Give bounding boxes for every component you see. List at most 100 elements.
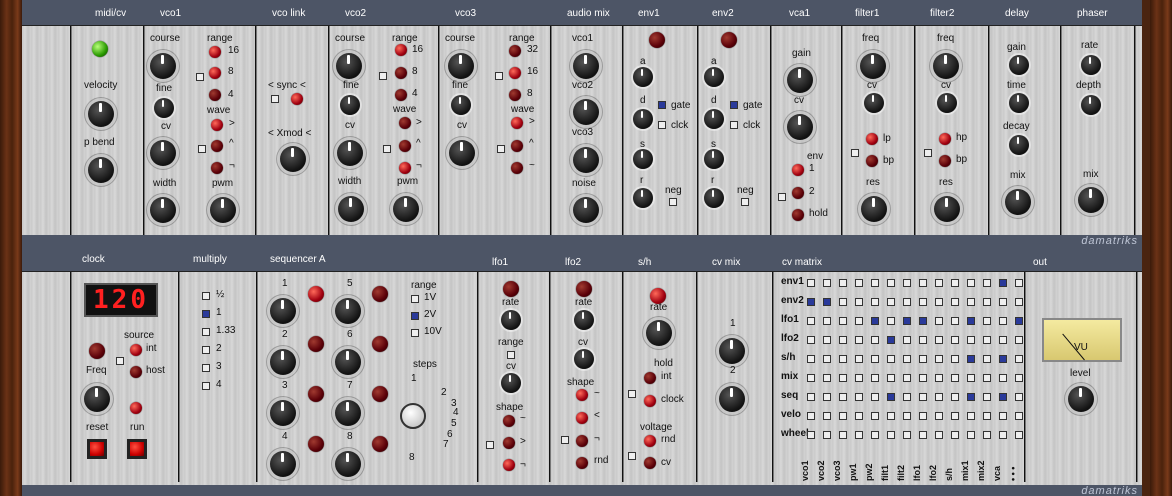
seq-step-1-knob[interactable] — [270, 298, 296, 324]
vco3-wave-tri-led[interactable] — [511, 140, 523, 152]
sync-led[interactable] — [291, 93, 303, 105]
env1-clck-checkbox[interactable] — [658, 121, 666, 129]
seq-step-6-knob[interactable] — [335, 349, 361, 375]
vca-env1-led[interactable] — [792, 164, 804, 176]
steps-selector-knob[interactable] — [400, 403, 426, 429]
multiply-2-checkbox[interactable] — [202, 328, 210, 336]
vco1-range-16-led[interactable] — [209, 46, 221, 58]
vco2-range-4-led[interactable] — [395, 89, 407, 101]
matrix-cell-lfo2-filt1[interactable] — [887, 336, 895, 344]
matrix-cell-lfo2-filt2[interactable] — [903, 336, 911, 344]
matrix-cell-mix-mix2[interactable] — [983, 374, 991, 382]
seq-range-1V-checkbox[interactable] — [411, 295, 419, 303]
matrix-cell-mix-pw2[interactable] — [871, 374, 879, 382]
env2-r-knob[interactable] — [704, 188, 724, 208]
filter1-mode-checkbox[interactable] — [851, 149, 859, 157]
vco1-fine-knob[interactable] — [154, 98, 174, 118]
env1-gate-checkbox[interactable] — [658, 101, 666, 109]
matrix-cell-lfo1-pw1[interactable] — [855, 317, 863, 325]
matrix-cell-lfo1-vco3[interactable] — [839, 317, 847, 325]
matrix-cell-env1-• • •[interactable] — [1015, 279, 1023, 287]
env2-clck-checkbox[interactable] — [730, 121, 738, 129]
seq-step-6-led[interactable] — [372, 336, 388, 352]
matrix-cell-mix-lfo2[interactable] — [935, 374, 943, 382]
lfo1-shape-saw-led[interactable] — [503, 437, 515, 449]
matrix-cell-env2-lfo1[interactable] — [919, 298, 927, 306]
matrix-cell-seq-vco2[interactable] — [823, 393, 831, 401]
lfo1-range-checkbox[interactable] — [507, 351, 515, 359]
matrix-cell-env1-filt2[interactable] — [903, 279, 911, 287]
matrix-cell-lfo1-vca[interactable] — [999, 317, 1007, 325]
seq-step-2-led[interactable] — [308, 336, 324, 352]
lfo1-shape-sine-led[interactable] — [503, 415, 515, 427]
matrix-cell-env2-pw1[interactable] — [855, 298, 863, 306]
env2-led[interactable] — [721, 32, 737, 48]
matrix-cell-env2-filt1[interactable] — [887, 298, 895, 306]
filter1-bp-led[interactable] — [866, 155, 878, 167]
matrix-cell-env1-vco1[interactable] — [807, 279, 815, 287]
vco2-range-checkbox[interactable] — [379, 72, 387, 80]
matrix-cell-s/h-filt1[interactable] — [887, 355, 895, 363]
matrix-cell-velo-pw1[interactable] — [855, 412, 863, 420]
matrix-cell-lfo2-lfo2[interactable] — [935, 336, 943, 344]
matrix-cell-wheel-vco2[interactable] — [823, 431, 831, 439]
vco2-cv-knob[interactable] — [337, 140, 363, 166]
matrix-cell-lfo2-s/h[interactable] — [951, 336, 959, 344]
matrix-cell-wheel-pw2[interactable] — [871, 431, 879, 439]
filter1-lp-led[interactable] — [866, 133, 878, 145]
matrix-cell-velo-filt1[interactable] — [887, 412, 895, 420]
matrix-cell-seq-lfo1[interactable] — [919, 393, 927, 401]
matrix-cell-wheel-filt2[interactable] — [903, 431, 911, 439]
vco3-range-16-led[interactable] — [509, 67, 521, 79]
matrix-cell-mix-vca[interactable] — [999, 374, 1007, 382]
matrix-cell-lfo1-vco1[interactable] — [807, 317, 815, 325]
lfo2-shape-sq-led[interactable] — [576, 435, 588, 447]
delay-decay-knob[interactable] — [1009, 135, 1029, 155]
lfo2-rate-knob[interactable] — [574, 310, 594, 330]
vco1-wave-tri-led[interactable] — [211, 140, 223, 152]
matrix-cell-s/h-s/h[interactable] — [951, 355, 959, 363]
vco3-wave-sine-led[interactable] — [511, 162, 523, 174]
matrix-cell-seq-pw1[interactable] — [855, 393, 863, 401]
vco2-range-16-led[interactable] — [395, 44, 407, 56]
clock-run-led[interactable] — [130, 402, 142, 414]
matrix-cell-env1-lfo1[interactable] — [919, 279, 927, 287]
matrix-cell-lfo2-pw2[interactable] — [871, 336, 879, 344]
matrix-cell-lfo2-vca[interactable] — [999, 336, 1007, 344]
matrix-cell-s/h-vco3[interactable] — [839, 355, 847, 363]
multiply-0-checkbox[interactable] — [202, 292, 210, 300]
filter2-cv-knob[interactable] — [937, 93, 957, 113]
vco1-course-knob[interactable] — [150, 53, 176, 79]
matrix-cell-mix-s/h[interactable] — [951, 374, 959, 382]
vco1-wave-checkbox[interactable] — [198, 145, 206, 153]
multiply-5-checkbox[interactable] — [202, 382, 210, 390]
lfo2-shape-sine-led[interactable] — [576, 389, 588, 401]
matrix-cell-velo-vco1[interactable] — [807, 412, 815, 420]
matrix-cell-env1-s/h[interactable] — [951, 279, 959, 287]
matrix-cell-wheel-filt1[interactable] — [887, 431, 895, 439]
out-level-knob[interactable] — [1068, 386, 1094, 412]
lfo1-led[interactable] — [503, 281, 519, 297]
vco3-range-checkbox[interactable] — [495, 72, 503, 80]
matrix-cell-seq-lfo2[interactable] — [935, 393, 943, 401]
seq-step-7-knob[interactable] — [335, 400, 361, 426]
mix-vco1-knob[interactable] — [573, 53, 599, 79]
clock-freq-knob[interactable] — [84, 386, 110, 412]
matrix-cell-seq-mix2[interactable] — [983, 393, 991, 401]
matrix-cell-velo-filt2[interactable] — [903, 412, 911, 420]
phaser-rate-knob[interactable] — [1081, 55, 1101, 75]
matrix-cell-lfo1-pw2[interactable] — [871, 317, 879, 325]
seq-step-4-knob[interactable] — [270, 451, 296, 477]
multiply-1-checkbox[interactable] — [202, 310, 210, 318]
matrix-cell-velo-pw2[interactable] — [871, 412, 879, 420]
env1-s-knob[interactable] — [633, 149, 653, 169]
reset-button[interactable] — [87, 439, 107, 459]
vco3-cv-knob[interactable] — [449, 140, 475, 166]
vco1-width-knob[interactable] — [150, 197, 176, 223]
matrix-cell-wheel-lfo2[interactable] — [935, 431, 943, 439]
vca-env-checkbox[interactable] — [778, 193, 786, 201]
matrix-cell-env1-filt1[interactable] — [887, 279, 895, 287]
matrix-cell-env1-pw2[interactable] — [871, 279, 879, 287]
matrix-cell-env2-s/h[interactable] — [951, 298, 959, 306]
matrix-cell-wheel-mix2[interactable] — [983, 431, 991, 439]
